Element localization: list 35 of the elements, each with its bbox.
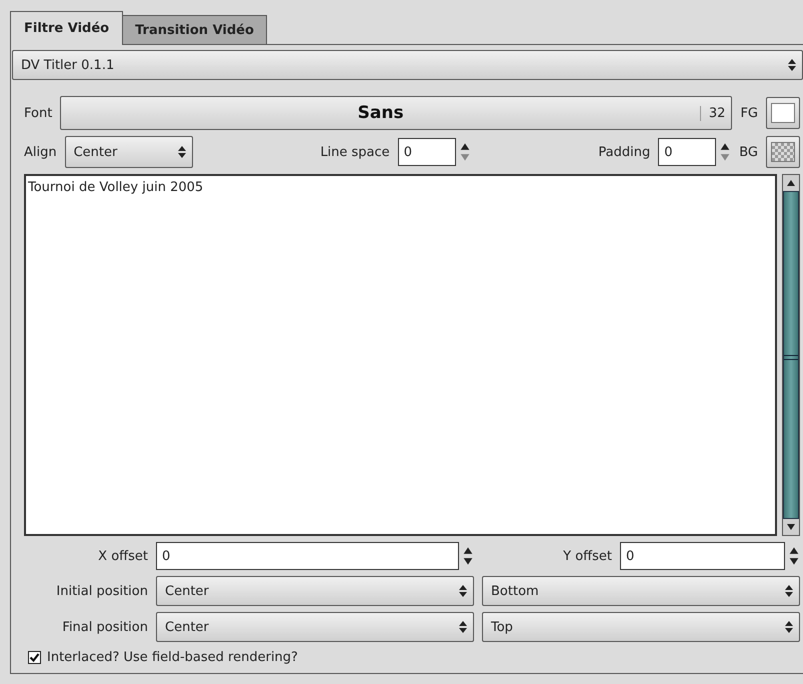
line-space-field[interactable]: 0 (398, 138, 456, 166)
plugin-dropdown[interactable]: DV Titler 0.1.1 (12, 50, 803, 80)
position-label: Final position (61, 620, 148, 634)
up-down-arrows-icon (788, 59, 796, 71)
up-down-arrows-icon (459, 621, 467, 633)
y-offset-label: Y offset (563, 548, 612, 564)
fg-label: FG (740, 106, 758, 120)
vertical-position-dropdown[interactable]: Bottom (482, 576, 800, 606)
position-label: Initial position (55, 584, 148, 598)
font-button[interactable]: Sans 32 (60, 96, 732, 130)
tab[interactable]: Filtre Vidéo (10, 11, 124, 45)
bg-label: BG (739, 144, 758, 160)
line-space-label: Line space (320, 144, 390, 160)
text-area[interactable]: Tournoi de Volley juin 2005 (24, 174, 777, 536)
x-offset-label: X offset (97, 548, 148, 564)
align-label: Align (24, 144, 57, 160)
tab[interactable]: Transition Vidéo (122, 15, 267, 44)
up-down-arrows-icon (459, 585, 467, 597)
padding-field[interactable]: 0 (658, 138, 716, 166)
color-button[interactable] (766, 97, 800, 129)
x-offset-field[interactable]: 0 (156, 542, 459, 570)
y-offset-field[interactable]: 0 (620, 542, 785, 570)
horizontal-position-dropdown[interactable]: Center (156, 576, 474, 606)
interlaced-label: Interlaced? Use field-based rendering? (47, 650, 298, 665)
vertical-position-dropdown[interactable]: Top (482, 612, 800, 642)
checkbox[interactable] (28, 651, 41, 664)
color-button[interactable] (766, 136, 800, 168)
align-dropdown[interactable]: Center (64, 136, 193, 168)
up-down-arrows-icon (785, 621, 793, 633)
horizontal-position-dropdown[interactable]: Center (156, 612, 474, 642)
padding-label: Padding (598, 144, 650, 160)
up-down-arrows-icon (785, 585, 793, 597)
font-label: Font (24, 106, 52, 120)
scrollbar[interactable] (782, 174, 800, 536)
up-down-arrows-icon (178, 146, 186, 158)
